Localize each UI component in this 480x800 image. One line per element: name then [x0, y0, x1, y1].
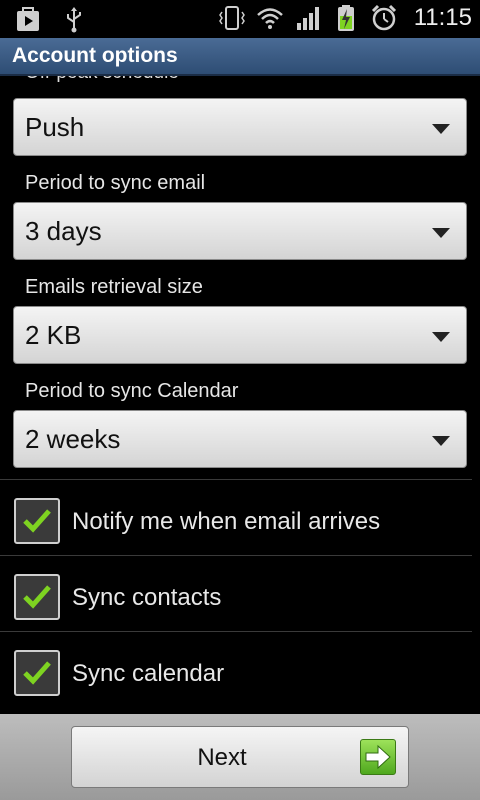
alarm-icon: [370, 4, 398, 32]
checkmark-icon: [23, 585, 51, 609]
next-button-label: Next: [197, 744, 247, 771]
chevron-down-icon: [432, 436, 450, 446]
notify-email-row[interactable]: Notify me when email arrives: [0, 480, 480, 554]
settings-list[interactable]: Off-peak schedule Push Period to sync em…: [0, 76, 480, 714]
sync-contacts-row[interactable]: Sync contacts: [0, 556, 480, 630]
retrieval-size-value: 2 KB: [25, 320, 82, 350]
offpeak-label: Off-peak schedule: [25, 76, 179, 84]
checkmark-icon: [23, 509, 51, 533]
status-bar: 11:15: [0, 0, 480, 38]
notify-email-checkbox[interactable]: [14, 498, 60, 544]
sync-calendar-dropdown[interactable]: 2 weeks: [13, 410, 467, 468]
retrieval-size-label: Emails retrieval size: [25, 276, 203, 298]
chevron-down-icon: [432, 124, 450, 134]
offpeak-value: Push: [25, 112, 85, 142]
play-store-icon: [14, 6, 42, 34]
status-time: 11:15: [413, 4, 472, 31]
retrieval-size-dropdown[interactable]: 2 KB: [13, 306, 467, 364]
sync-email-label: Period to sync email: [25, 172, 206, 194]
sync-calendar-check-label: Sync calendar: [72, 660, 225, 687]
checkmark-icon: [23, 661, 51, 685]
notify-email-label: Notify me when email arrives: [72, 508, 381, 535]
bottom-bar: Next: [0, 714, 480, 800]
chevron-down-icon: [432, 228, 450, 238]
battery-charging-icon: [332, 4, 360, 32]
sync-calendar-label: Period to sync Calendar: [25, 380, 239, 402]
sync-calendar-checkbox[interactable]: [14, 650, 60, 696]
arrow-right-icon: [360, 739, 396, 775]
title-bar: Account options: [0, 38, 480, 76]
sync-calendar-row[interactable]: Sync calendar: [0, 632, 480, 706]
sync-contacts-label: Sync contacts: [72, 584, 222, 611]
signal-icon: [294, 4, 322, 32]
chevron-down-icon: [432, 332, 450, 342]
usb-icon: [60, 6, 88, 34]
vibrate-icon: [218, 4, 246, 32]
page-title: Account options: [12, 44, 178, 67]
sync-email-value: 3 days: [25, 216, 102, 246]
sync-contacts-checkbox[interactable]: [14, 574, 60, 620]
wifi-icon: [256, 4, 284, 32]
next-button[interactable]: Next: [71, 726, 409, 788]
sync-calendar-value: 2 weeks: [25, 424, 121, 454]
sync-email-dropdown[interactable]: 3 days: [13, 202, 467, 260]
offpeak-dropdown[interactable]: Push: [13, 98, 467, 156]
